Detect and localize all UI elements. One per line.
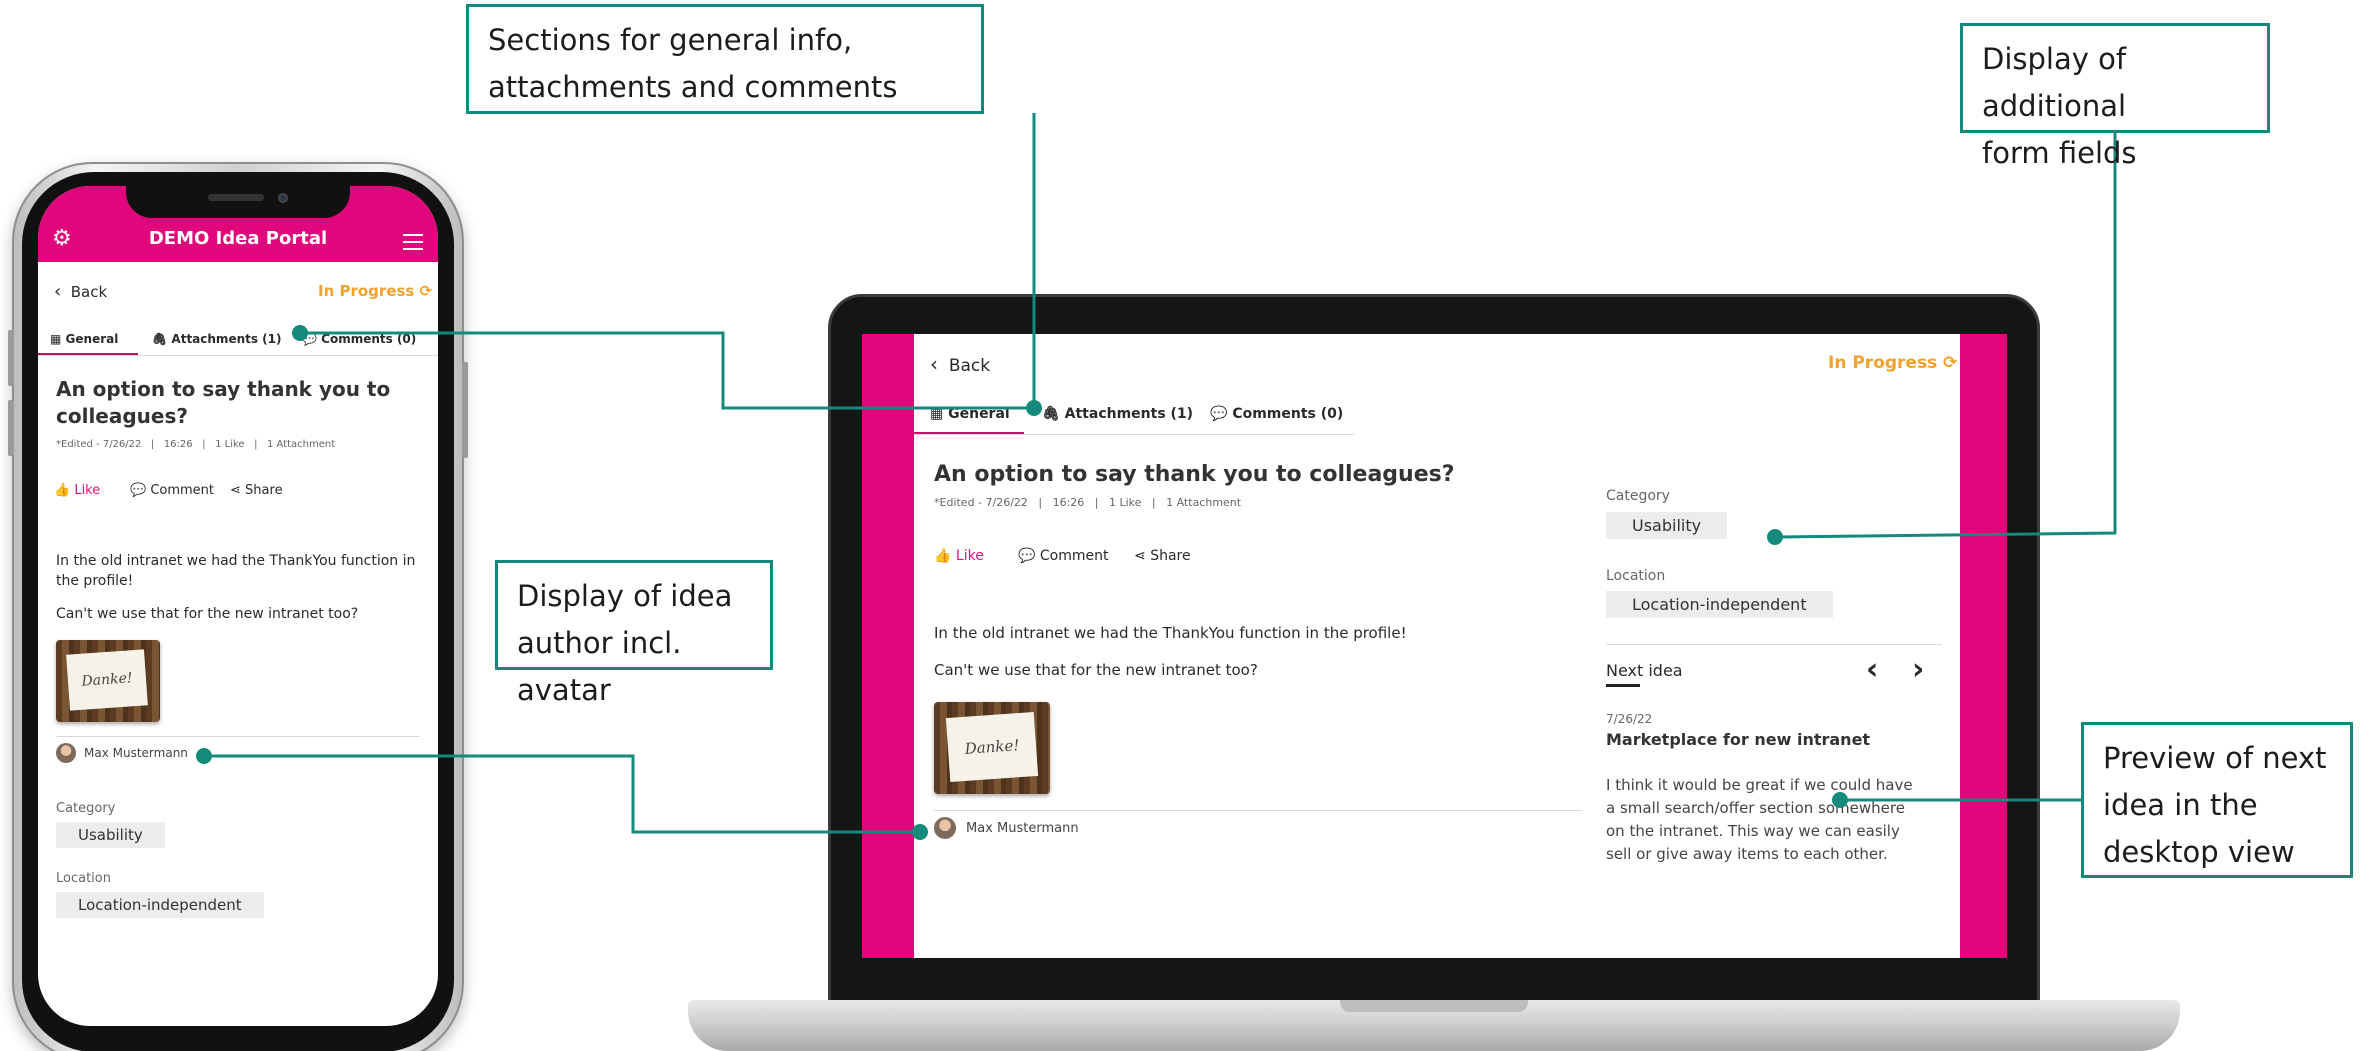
connector-dot xyxy=(292,325,308,341)
connector-dot xyxy=(196,748,212,764)
connector-dot xyxy=(1767,529,1783,545)
connector-dot xyxy=(912,824,928,840)
connector-dot xyxy=(1026,400,1042,416)
connector-sections xyxy=(300,113,1036,410)
callout-form-fields: Display of additional form fields xyxy=(1960,23,2270,170)
connector-form-fields xyxy=(1774,133,2117,539)
callout-preview: Preview of next idea in the desktop view xyxy=(2081,722,2353,878)
callout-author: Display of idea author incl. avatar xyxy=(495,560,773,707)
connector-author xyxy=(204,754,920,834)
connector-dot xyxy=(1832,792,1848,808)
callout-sections: Sections for general info, attachments a… xyxy=(466,4,984,114)
